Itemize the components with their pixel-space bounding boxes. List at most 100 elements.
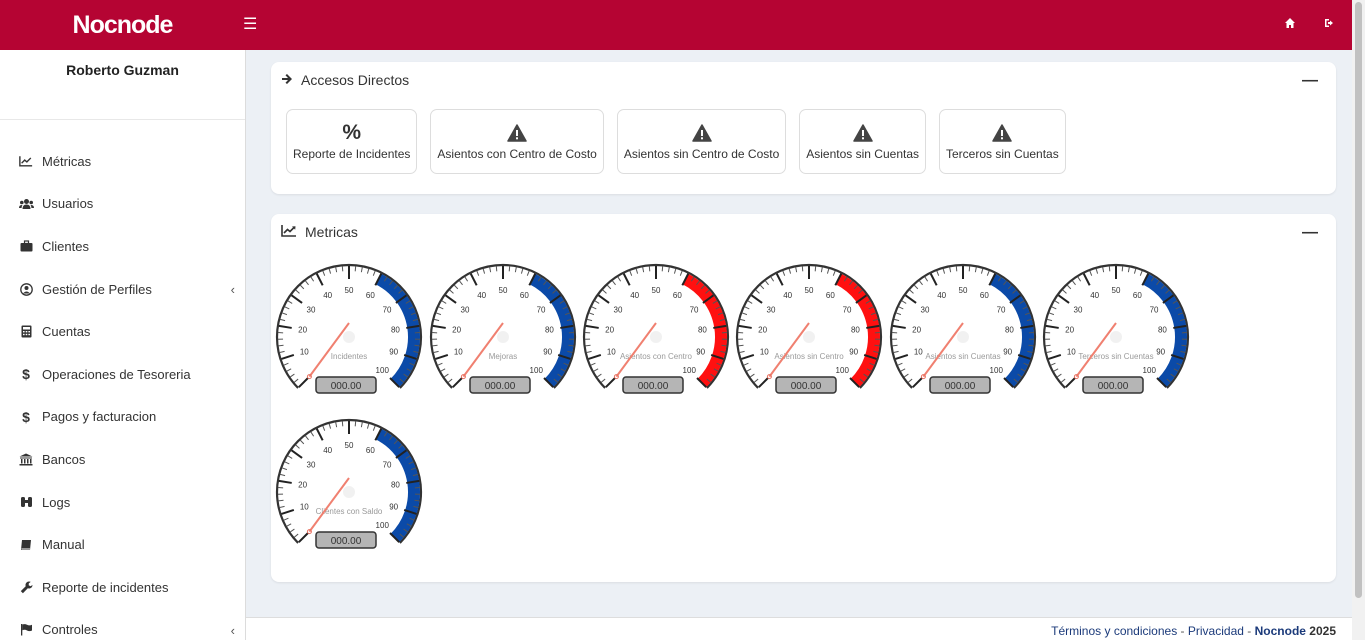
- book-icon: [18, 538, 34, 552]
- gauge-minor-tick: [1072, 280, 1076, 286]
- gauge-minor-tick: [305, 280, 309, 286]
- sidebar-item-label: Gestión de Perfiles: [42, 281, 152, 297]
- gauge-minor-tick: [924, 276, 929, 282]
- gauge-minor-tick: [919, 280, 923, 286]
- gauge-major-tick: [315, 273, 324, 286]
- gauge-scale-label: 100: [530, 366, 544, 375]
- scrollbar-thumb[interactable]: [1355, 2, 1362, 598]
- home-icon[interactable]: [1284, 16, 1296, 34]
- gauge-minor-tick: [600, 378, 606, 383]
- gauge-scale-label: 70: [537, 305, 546, 314]
- sidebar-item-bancos[interactable]: Bancos: [0, 438, 245, 481]
- gauge-minor-tick: [300, 284, 305, 290]
- sidebar-item-controles[interactable]: Controles ‹: [0, 609, 245, 640]
- shortcut-button[interactable]: % Reporte de Incidentes: [286, 109, 418, 174]
- gauge-minor-tick: [1077, 276, 1082, 282]
- gauge-minor-tick: [1062, 289, 1067, 294]
- gauge-readout: 000.00: [331, 381, 362, 392]
- chevron-left-icon[interactable]: ‹: [231, 623, 235, 638]
- gauge-minor-tick: [335, 422, 338, 428]
- gauge-minor-tick: [907, 378, 913, 383]
- terms-link[interactable]: Términos y condiciones: [1051, 624, 1177, 638]
- gauge-minor-tick: [1051, 306, 1057, 310]
- gauge-major-tick: [750, 294, 763, 304]
- gauge-minor-tick: [280, 473, 286, 477]
- gauge-minor-tick: [1049, 312, 1055, 316]
- sidebar-item-manual[interactable]: Manual: [0, 523, 245, 566]
- shortcut-button[interactable]: Asientos con Centro de Costo: [430, 109, 604, 174]
- sidebar-item-logs[interactable]: Logs: [0, 481, 245, 524]
- sidebar-item-metricas[interactable]: Métricas: [0, 140, 245, 183]
- gauge-major-tick: [1065, 377, 1076, 388]
- sidebar-item-clientes[interactable]: Clientes: [0, 225, 245, 268]
- gauge-minor-tick: [795, 267, 798, 273]
- shortcut-button[interactable]: Asientos sin Centro de Costo: [616, 109, 787, 174]
- gauge-scale-label: 10: [607, 348, 616, 357]
- gauge-minor-tick: [489, 267, 492, 273]
- calculator-icon: [18, 325, 34, 339]
- shortcuts-title: Accesos Directos: [301, 72, 410, 88]
- gauge-minor-tick: [476, 270, 480, 276]
- sidebar-item-label: Logs: [42, 494, 71, 510]
- collapse-shortcuts-button[interactable]: —: [1302, 72, 1318, 90]
- gauge-label: Mejoras: [489, 352, 517, 361]
- gauge-scale-label: 60: [980, 291, 989, 300]
- gauge-minor-tick: [746, 368, 752, 372]
- brand-logo[interactable]: Nocnode: [0, 0, 245, 50]
- chevron-left-icon[interactable]: ‹: [231, 282, 235, 297]
- gauge-major-tick: [904, 294, 917, 304]
- gauge-minor-tick: [1181, 344, 1187, 347]
- gauge-minor-tick: [305, 435, 309, 441]
- gauge-minor-tick: [901, 300, 907, 304]
- privacy-link[interactable]: Privacidad: [1188, 624, 1244, 638]
- gauge-scale-label: 40: [630, 291, 639, 300]
- gauge-minor-tick: [284, 306, 290, 310]
- gauge-minor-tick: [328, 268, 332, 274]
- gauge-major-tick: [432, 324, 446, 329]
- gauge-scale-label: 40: [323, 291, 332, 300]
- gauge-scale-label: 50: [345, 441, 354, 450]
- gauge-scale-label: 50: [652, 286, 661, 295]
- gauge-minor-tick: [740, 318, 746, 322]
- gauge-minor-tick: [617, 276, 622, 282]
- shortcut-button[interactable]: Terceros sin Cuentas: [939, 109, 1066, 174]
- gauge-scale-label: 40: [477, 291, 486, 300]
- gauge-scale-label: 40: [937, 291, 946, 300]
- gauge-minor-tick: [310, 431, 315, 437]
- gauge-minor-tick: [1054, 300, 1060, 304]
- sidebar-item-usuarios[interactable]: Usuarios: [0, 183, 245, 226]
- hamburger-menu-icon[interactable]: ☰: [243, 14, 257, 34]
- gauge-major-tick: [622, 273, 631, 286]
- gauge-scale-label: 80: [391, 481, 400, 490]
- shortcut-label: Terceros sin Cuentas: [946, 147, 1059, 161]
- sidebar-item-reporte-de-incidentes[interactable]: Reporte de incidentes: [0, 566, 245, 609]
- gauge-scale-label: 100: [1143, 366, 1157, 375]
- gauge-minor-tick: [744, 306, 750, 310]
- gauge-minor-tick: [896, 312, 902, 316]
- logout-icon[interactable]: [1324, 16, 1336, 34]
- gauge-scale-label: 30: [1074, 305, 1083, 314]
- gauge-scale-label: 60: [1133, 291, 1142, 300]
- gauge-minor-tick: [443, 373, 449, 378]
- sidebar-item-label: Operaciones de Tesoreria: [42, 366, 191, 382]
- shortcut-button[interactable]: Asientos sin Cuentas: [799, 109, 926, 174]
- sidebar-item-operaciones-de-tesoreria[interactable]: $ Operaciones de Tesoreria: [0, 353, 245, 396]
- gauge-scale-label: 20: [1065, 326, 1074, 335]
- sidebar-item-cuentas[interactable]: Cuentas: [0, 310, 245, 353]
- dollar-icon: $: [22, 408, 30, 425]
- sidebar-item-label: Bancos: [42, 451, 86, 467]
- gauge-minor-tick: [892, 344, 898, 347]
- sidebar-item-gestion-de-perfiles[interactable]: Gestión de Perfiles ‹: [0, 268, 245, 311]
- gauge-scale-label: 80: [545, 326, 554, 335]
- gauge-minor-tick: [283, 362, 289, 366]
- gauge-scale-label: 10: [760, 348, 769, 357]
- gauge-minor-tick: [894, 318, 900, 322]
- footer-separator: -: [1247, 624, 1252, 638]
- sidebar-item-pagos-y-facturacion[interactable]: $ Pagos y facturacion: [0, 396, 245, 439]
- gauge-minor-tick: [1047, 318, 1053, 322]
- page-scrollbar[interactable]: [1352, 0, 1365, 640]
- gauge-minor-tick: [282, 467, 288, 471]
- gauge-scale-label: 50: [805, 286, 814, 295]
- gauge-minor-tick: [832, 270, 836, 276]
- gauge-minor-tick: [293, 378, 299, 383]
